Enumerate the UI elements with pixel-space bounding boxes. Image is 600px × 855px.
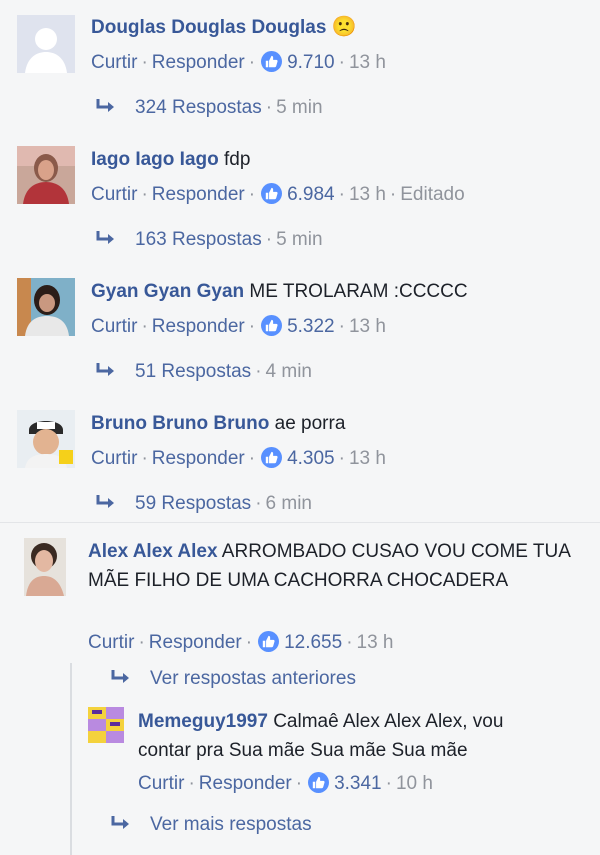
- timestamp[interactable]: 13 h: [357, 632, 394, 653]
- avatar[interactable]: [17, 15, 75, 73]
- view-replies-link[interactable]: 51 Respostas: [135, 361, 251, 382]
- view-more-replies-link[interactable]: Ver mais respostas: [150, 814, 312, 835]
- reply-button[interactable]: Responder: [199, 773, 292, 794]
- thumbs-up-icon[interactable]: [261, 183, 283, 204]
- reply-arrow-icon: [95, 361, 117, 379]
- comment-author[interactable]: Bruno Bruno Bruno: [91, 413, 269, 434]
- profile-photo-icon: [17, 146, 75, 204]
- avatar[interactable]: [17, 278, 75, 336]
- view-replies-link[interactable]: 324 Respostas: [135, 97, 262, 118]
- like-button[interactable]: Curtir: [91, 184, 137, 205]
- reply-button[interactable]: Responder: [152, 448, 245, 469]
- thread-line: [70, 663, 72, 855]
- thumbs-up-icon[interactable]: [261, 447, 283, 468]
- reply-button[interactable]: Responder: [149, 632, 242, 653]
- comment-author[interactable]: Alex Alex Alex: [88, 541, 218, 562]
- thumbs-up-icon[interactable]: [261, 315, 283, 336]
- timestamp[interactable]: 13 h: [349, 184, 386, 205]
- reply-timestamp: 5 min: [276, 229, 323, 250]
- avatar[interactable]: [24, 538, 66, 596]
- like-button[interactable]: Curtir: [88, 632, 134, 653]
- like-button[interactable]: Curtir: [91, 316, 137, 337]
- comment-author[interactable]: Iago Iago Iago: [91, 149, 219, 170]
- like-count[interactable]: 9.710: [287, 52, 335, 73]
- reply-author[interactable]: Memeguy1997: [138, 711, 268, 732]
- avatar[interactable]: [17, 410, 75, 468]
- reply-button[interactable]: Responder: [152, 316, 245, 337]
- like-count[interactable]: 3.341: [334, 773, 382, 794]
- reply-timestamp: 6 min: [265, 493, 312, 514]
- profile-photo-icon: [17, 410, 75, 468]
- timestamp[interactable]: 13 h: [349, 316, 386, 337]
- profile-photo-icon: [88, 707, 124, 743]
- profile-photo-icon: [24, 538, 66, 596]
- view-replies-link[interactable]: 163 Respostas: [135, 229, 262, 250]
- thumbs-up-icon[interactable]: [258, 631, 280, 652]
- like-button[interactable]: Curtir: [91, 448, 137, 469]
- timestamp[interactable]: 13 h: [349, 52, 386, 73]
- comment-author[interactable]: Gyan Gyan Gyan: [91, 281, 244, 302]
- comment-text: ME TROLARAM :CCCCC: [249, 281, 468, 302]
- reply-timestamp: 5 min: [276, 97, 323, 118]
- avatar[interactable]: [17, 146, 75, 204]
- avatar[interactable]: [88, 707, 124, 743]
- reply-button[interactable]: Responder: [152, 184, 245, 205]
- divider: [0, 522, 600, 523]
- like-button[interactable]: Curtir: [91, 52, 137, 73]
- comment-text: ae porra: [274, 413, 346, 434]
- comment-text: fdp: [224, 149, 251, 170]
- reply-arrow-icon: [95, 229, 117, 247]
- view-previous-replies-link[interactable]: Ver respostas anteriores: [150, 668, 356, 689]
- profile-photo-icon: [17, 278, 75, 336]
- thumbs-up-icon[interactable]: [261, 51, 283, 72]
- view-replies-link[interactable]: 59 Respostas: [135, 493, 251, 514]
- like-count[interactable]: 6.984: [287, 184, 335, 205]
- reply-arrow-icon: [95, 97, 117, 115]
- reply-arrow-icon: [110, 814, 132, 832]
- like-count[interactable]: 12.655: [284, 632, 342, 653]
- comment-author[interactable]: Douglas Douglas Douglas: [91, 17, 326, 38]
- edited-label[interactable]: Editado: [400, 184, 464, 205]
- timestamp[interactable]: 10 h: [396, 773, 433, 794]
- reply-arrow-icon: [95, 493, 117, 511]
- reply-arrow-icon: [110, 668, 132, 686]
- thumbs-up-icon[interactable]: [308, 772, 330, 793]
- timestamp[interactable]: 13 h: [349, 448, 386, 469]
- sad-face-emoji: 🙁: [331, 16, 357, 38]
- default-profile-icon: [17, 15, 75, 73]
- reply-timestamp: 4 min: [265, 361, 312, 382]
- reply-button[interactable]: Responder: [152, 52, 245, 73]
- like-button[interactable]: Curtir: [138, 773, 184, 794]
- like-count[interactable]: 5.322: [287, 316, 335, 337]
- like-count[interactable]: 4.305: [287, 448, 335, 469]
